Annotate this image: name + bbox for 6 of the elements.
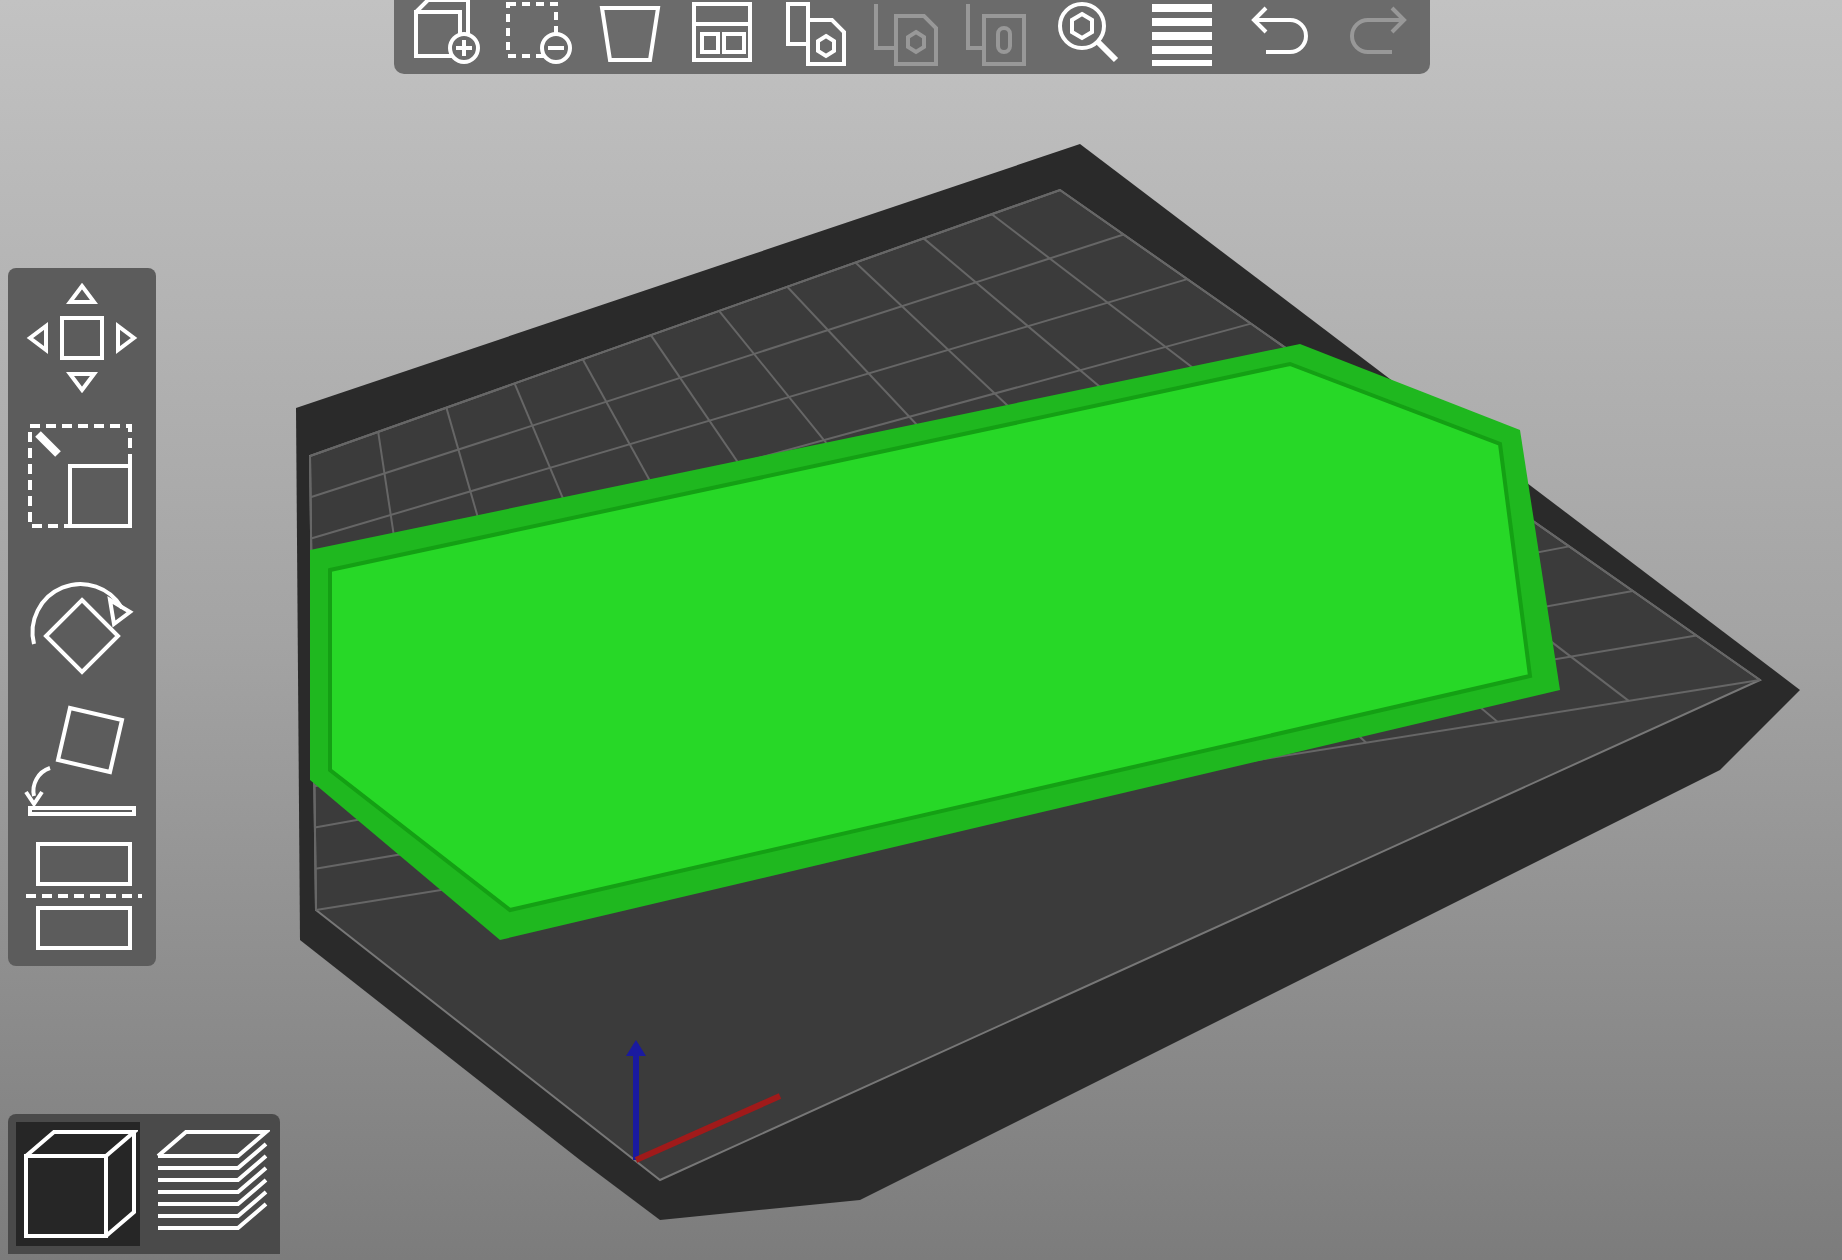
move-icon xyxy=(22,277,142,398)
cube-icon xyxy=(18,1124,138,1244)
paste-icon xyxy=(868,0,944,71)
cube-view-button[interactable] xyxy=(16,1122,140,1246)
3d-viewport[interactable] xyxy=(0,0,1842,1260)
plate-model-drawing[interactable] xyxy=(310,344,1560,940)
